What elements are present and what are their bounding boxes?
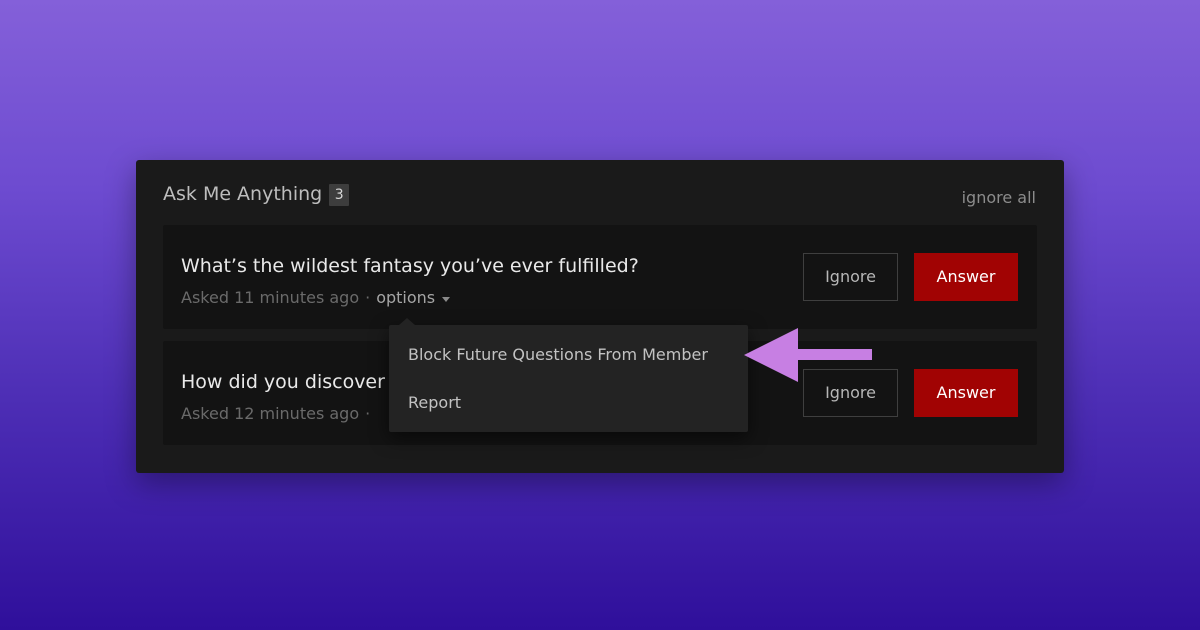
question-meta: Asked 11 minutes ago · options — [181, 288, 451, 308]
block-member-menu-item[interactable]: Block Future Questions From Member — [408, 345, 708, 365]
caret-down-icon — [442, 296, 451, 302]
panel-title: Ask Me Anything — [163, 183, 323, 205]
meta-separator: · — [365, 404, 371, 423]
options-label: options — [376, 288, 436, 307]
ignore-all-link[interactable]: ignore all — [962, 188, 1036, 208]
question-count-badge: 3 — [329, 183, 350, 206]
ignore-button[interactable]: Ignore — [803, 253, 898, 301]
question-text: How did you discover — [181, 371, 385, 393]
answer-button[interactable]: Answer — [914, 369, 1018, 417]
question-card: What’s the wildest fantasy you’ve ever f… — [163, 225, 1037, 329]
panel-header: Ask Me Anything 3 — [163, 182, 350, 206]
meta-separator: · — [365, 288, 371, 307]
asked-time: Asked 12 minutes ago — [181, 404, 360, 423]
arrow-head — [744, 328, 798, 382]
arrow-left-icon — [744, 328, 872, 382]
answer-button[interactable]: Answer — [914, 253, 1018, 301]
report-menu-item[interactable]: Report — [408, 393, 461, 413]
question-meta: Asked 12 minutes ago · — [181, 404, 376, 424]
question-text: What’s the wildest fantasy you’ve ever f… — [181, 255, 639, 277]
arrow-shaft — [790, 349, 872, 360]
options-dropdown-menu: Block Future Questions From Member Repor… — [389, 318, 748, 432]
options-dropdown-toggle[interactable]: options — [376, 288, 451, 308]
asked-time: Asked 11 minutes ago — [181, 288, 360, 307]
